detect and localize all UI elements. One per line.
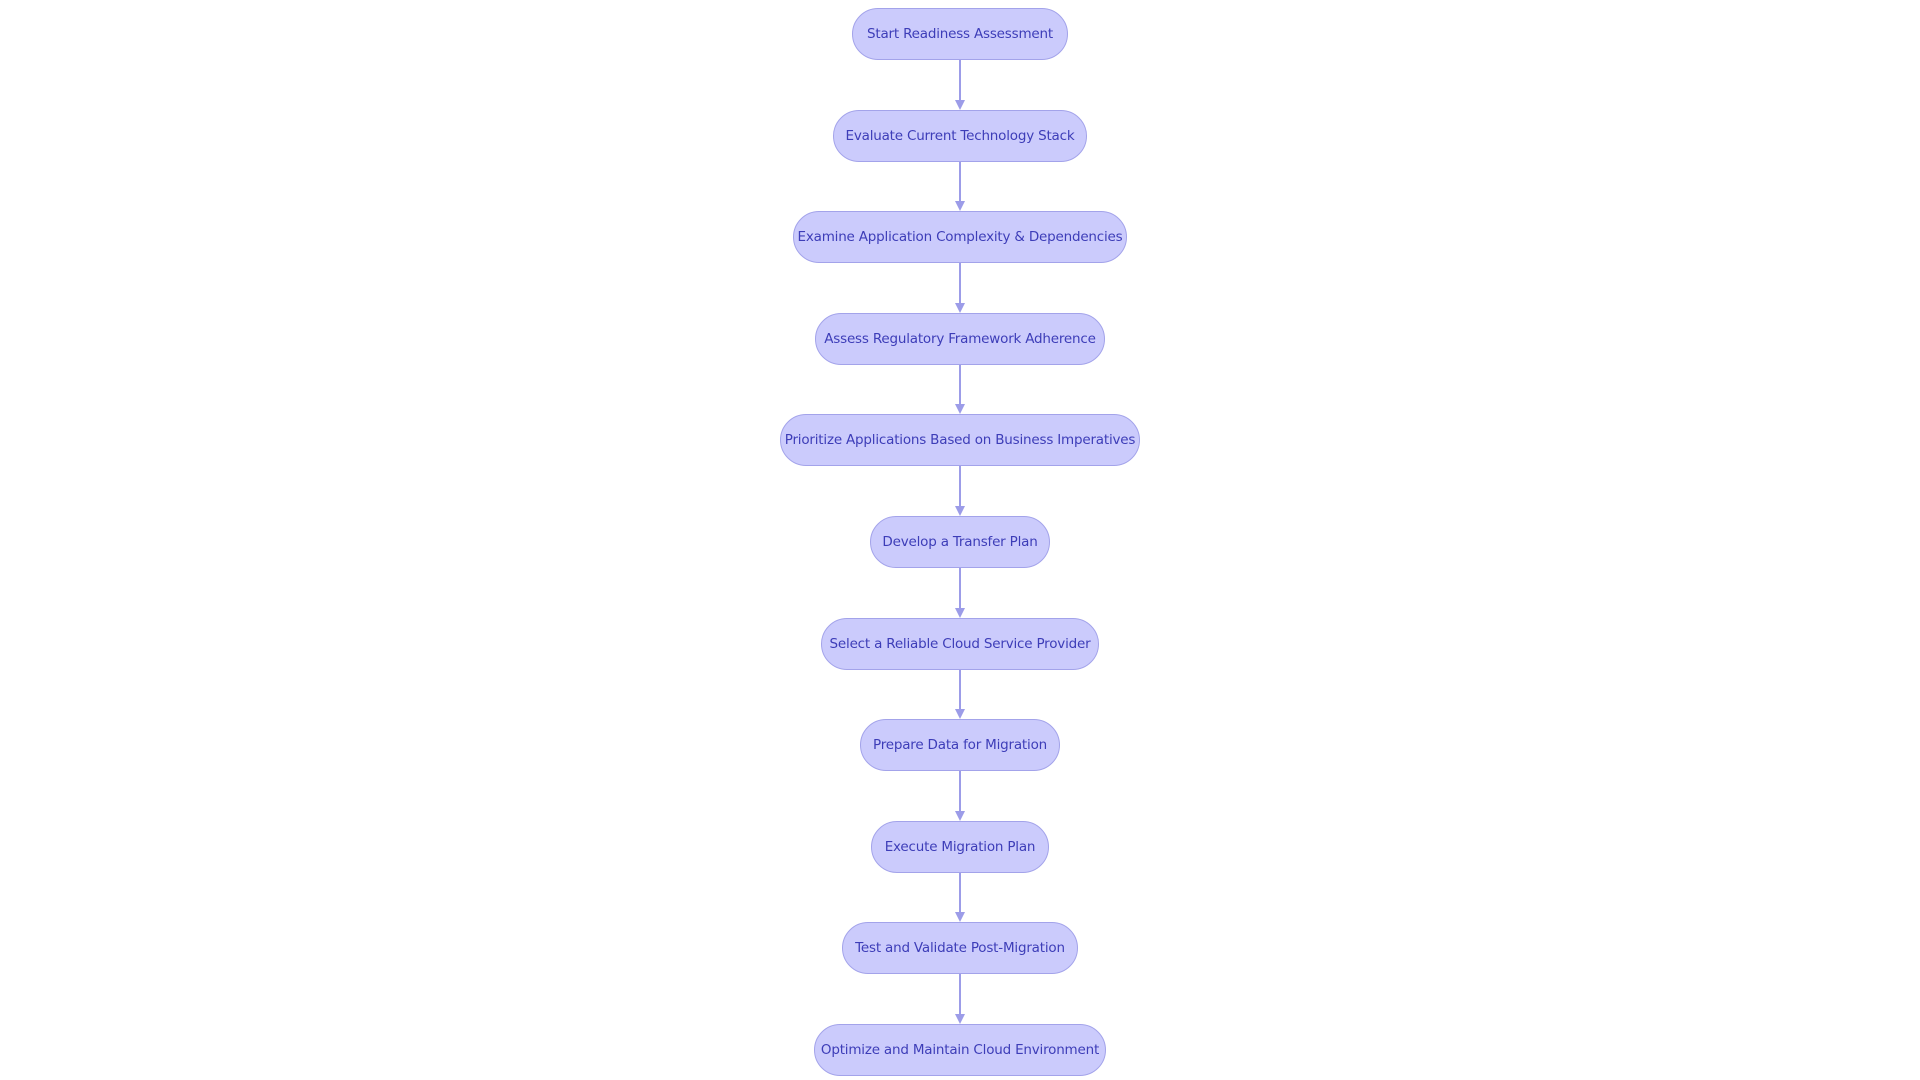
node-develop-transfer-plan[interactable]: Develop a Transfer Plan <box>870 516 1050 568</box>
arrowhead-icon <box>955 201 965 211</box>
arrowhead-icon <box>955 608 965 618</box>
edge-arrow-n4-n5 <box>955 365 965 414</box>
arrowhead-icon <box>955 303 965 313</box>
node-start-readiness-assessment[interactable]: Start Readiness Assessment <box>852 8 1068 60</box>
edge-arrow-n1-n2 <box>955 60 965 110</box>
arrowhead-icon <box>955 404 965 414</box>
arrowhead-icon <box>955 506 965 516</box>
edge-arrow-n6-n7 <box>955 568 965 618</box>
node-execute-migration[interactable]: Execute Migration Plan <box>871 821 1049 873</box>
edge-arrow-n2-n3 <box>955 162 965 211</box>
arrowhead-icon <box>955 912 965 922</box>
node-evaluate-technology-stack[interactable]: Evaluate Current Technology Stack <box>833 110 1087 162</box>
node-prepare-data[interactable]: Prepare Data for Migration <box>860 719 1060 771</box>
node-assess-regulatory-adherence[interactable]: Assess Regulatory Framework Adherence <box>815 313 1105 365</box>
flowchart: Start Readiness Assessment Evaluate Curr… <box>0 0 1920 1080</box>
edge-arrow-n8-n9 <box>955 771 965 821</box>
node-examine-application-complexity[interactable]: Examine Application Complexity & Depende… <box>793 211 1127 263</box>
arrowhead-icon <box>955 100 965 110</box>
arrowhead-icon <box>955 811 965 821</box>
edge-arrow-n7-n8 <box>955 670 965 719</box>
arrowhead-icon <box>955 709 965 719</box>
node-select-cloud-provider[interactable]: Select a Reliable Cloud Service Provider <box>821 618 1099 670</box>
node-optimize-maintain[interactable]: Optimize and Maintain Cloud Environment <box>814 1024 1106 1076</box>
edge-arrow-n3-n4 <box>955 263 965 313</box>
node-prioritize-applications[interactable]: Prioritize Applications Based on Busines… <box>780 414 1140 466</box>
node-test-validate[interactable]: Test and Validate Post-Migration <box>842 922 1078 974</box>
arrowhead-icon <box>955 1014 965 1024</box>
edge-arrow-n10-n11 <box>955 974 965 1024</box>
edge-arrow-n9-n10 <box>955 873 965 922</box>
edge-arrow-n5-n6 <box>955 466 965 516</box>
